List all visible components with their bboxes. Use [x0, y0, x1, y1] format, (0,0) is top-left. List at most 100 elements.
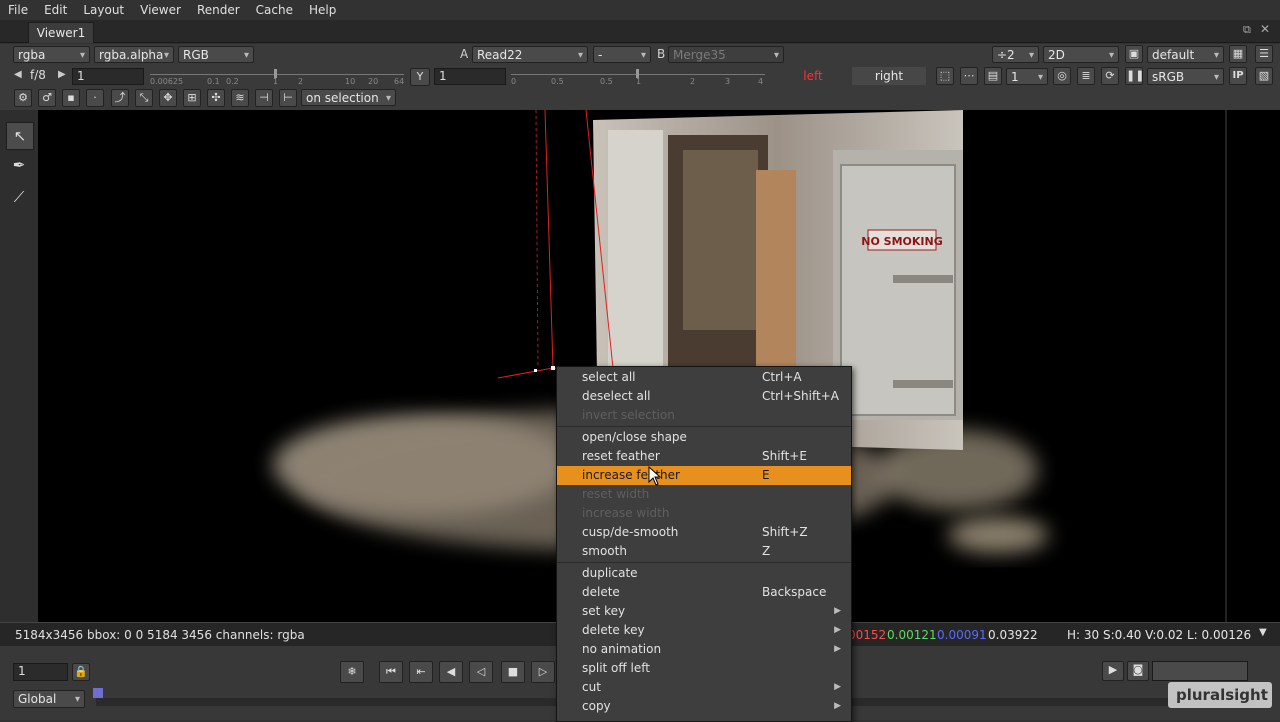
capture-icon[interactable]: ◙	[1127, 661, 1149, 681]
pluralsight-watermark: pluralsight	[1168, 682, 1272, 708]
input-process-toggle[interactable]: IP	[1229, 67, 1247, 85]
settings-list-icon[interactable]: ☰	[1255, 45, 1273, 63]
frame-field[interactable]: 1	[13, 663, 68, 681]
menu-item-deselect-all[interactable]: deselect all Ctrl+Shift+A	[557, 387, 851, 406]
menu-item-label: split off left	[582, 661, 650, 675]
points-lock-icon[interactable]: ▪	[62, 89, 80, 107]
mouse-cursor-icon	[648, 466, 662, 486]
overlay-icon[interactable]: ≣	[1077, 67, 1095, 85]
tab-viewer1[interactable]: Viewer1	[28, 22, 94, 43]
gamma-y-toggle[interactable]: Y	[410, 68, 430, 86]
select-tool-icon[interactable]: ↖	[6, 122, 34, 150]
submenu-arrow-icon: ▶	[834, 682, 841, 692]
fstop-increase-icon[interactable]: ▶	[58, 69, 66, 80]
submenu-arrow-icon: ▶	[834, 701, 841, 711]
gear-icon[interactable]: ⚙	[14, 89, 32, 107]
menu-help[interactable]: Help	[301, 0, 344, 17]
camera-icon[interactable]: ▣	[1125, 45, 1143, 63]
guides-icon[interactable]: ⋯	[960, 67, 978, 85]
transform-icon[interactable]: ✥	[159, 89, 177, 107]
channels-dropdown[interactable]: rgba	[13, 46, 90, 64]
play-backward-icon[interactable]: ◁	[469, 661, 493, 683]
timeline-scope-dropdown[interactable]: Global	[13, 690, 85, 708]
pause-icon[interactable]: ❚❚	[1125, 67, 1144, 85]
add-point-icon[interactable]: ⊣	[255, 89, 273, 107]
menu-item-label: increase feather	[582, 468, 680, 482]
point-icon[interactable]: ·	[86, 89, 104, 107]
gain-field[interactable]: 1	[72, 68, 144, 85]
wipe-hatch-icon[interactable]: ▧	[1255, 67, 1273, 85]
refresh-icon[interactable]: ⟳	[1101, 67, 1119, 85]
curve-icon[interactable]: ⤴	[111, 89, 129, 107]
menu-item-delete-key[interactable]: delete key ▶	[557, 621, 851, 640]
menu-edit[interactable]: Edit	[36, 0, 75, 17]
play-forward-icon[interactable]: ▷	[531, 661, 555, 683]
fstop-value[interactable]: f/8	[26, 68, 56, 85]
menu-item-select-all[interactable]: select all Ctrl+A	[557, 368, 851, 387]
add-point-tool-icon[interactable]: ⟋	[6, 184, 32, 210]
gain-tick: 1	[273, 77, 279, 86]
menu-item-delete[interactable]: delete Backspace	[557, 583, 851, 602]
fps-field[interactable]	[1152, 661, 1248, 681]
selection-mode-dropdown[interactable]: on selection	[301, 89, 396, 107]
menu-item-smooth[interactable]: smooth Z	[557, 542, 851, 561]
stereo-right-button[interactable]: right	[852, 67, 926, 85]
gamma-tick: 0.5	[600, 77, 613, 86]
stop-icon[interactable]: ■	[501, 661, 525, 683]
playhead-marker[interactable]	[93, 688, 103, 698]
menu-item-copy[interactable]: copy ▶	[557, 697, 851, 716]
lut-dropdown[interactable]: default	[1147, 46, 1224, 64]
status-menu-icon[interactable]: ▼	[1259, 627, 1267, 638]
menu-item-open-close-shape[interactable]: open/close shape	[557, 428, 851, 447]
transform-box-icon[interactable]: ⊞	[183, 89, 201, 107]
b-input-dropdown[interactable]: Merge35	[668, 46, 784, 64]
gamma-tick: 1	[636, 77, 642, 86]
colorspace-dropdown[interactable]: RGB	[178, 46, 254, 64]
menu-item-cusp-de-smooth[interactable]: cusp/de-smooth Shift+Z	[557, 523, 851, 542]
menu-item-duplicate[interactable]: duplicate	[557, 564, 851, 583]
lock-icon[interactable]: 🔒	[72, 663, 90, 681]
menu-item-set-key[interactable]: set key ▶	[557, 602, 851, 621]
menu-item-reset-feather[interactable]: reset feather Shift+E	[557, 447, 851, 466]
menu-render[interactable]: Render	[189, 0, 248, 17]
menu-cache[interactable]: Cache	[248, 0, 301, 17]
wipe-operation-dropdown[interactable]: -	[593, 46, 651, 64]
playback-mode-icon[interactable]: ▶	[1102, 661, 1124, 681]
close-panel-icon[interactable]: ✕	[1260, 22, 1270, 36]
motion-blur-icon[interactable]: ≋	[231, 89, 249, 107]
gamma-field[interactable]: 1	[434, 68, 506, 85]
menu-item-no-animation[interactable]: no animation ▶	[557, 640, 851, 659]
ripple-icon[interactable]: ⊢	[279, 89, 297, 107]
grid-icon[interactable]: ▦	[1229, 45, 1247, 63]
snowflake-icon[interactable]: ❄	[340, 661, 364, 683]
proxy-icon[interactable]: ▤	[984, 67, 1002, 85]
render-region-icon[interactable]: ◎	[1053, 67, 1071, 85]
previous-frame-icon[interactable]: ◀	[439, 661, 463, 683]
float-window-icon[interactable]: ⧉	[1243, 23, 1251, 37]
region-of-interest-icon[interactable]: ⬚	[936, 67, 954, 85]
proxy-scale-dropdown[interactable]: 1	[1006, 68, 1048, 86]
menu-viewer[interactable]: Viewer	[132, 0, 189, 17]
menu-item-cut[interactable]: cut ▶	[557, 678, 851, 697]
display-lut-dropdown[interactable]: sRGB	[1147, 68, 1224, 86]
first-frame-icon[interactable]: ⏮	[379, 661, 403, 683]
alpha-channel-dropdown[interactable]: rgba.alpha	[94, 46, 174, 64]
downrez-dropdown[interactable]: ÷2	[992, 46, 1039, 64]
view-mode-dropdown[interactable]: 2D	[1043, 46, 1119, 64]
feather-link-icon[interactable]: ♂	[38, 89, 56, 107]
fstop-decrease-icon[interactable]: ◀	[14, 69, 22, 80]
menu-item-increase-feather[interactable]: increase feather E	[557, 466, 851, 485]
a-input-dropdown[interactable]: Read22	[472, 46, 588, 64]
previous-keyframe-icon[interactable]: ⇤	[409, 661, 433, 683]
menu-layout[interactable]: Layout	[75, 0, 132, 17]
gain-slider[interactable]	[150, 74, 404, 75]
menu-file[interactable]: File	[0, 0, 36, 17]
jack-icon[interactable]: ✣	[207, 89, 225, 107]
menu-item-split-off-left[interactable]: split off left	[557, 659, 851, 678]
pixel-alpha-value: 0.03922	[988, 628, 1038, 642]
menu-separator	[557, 562, 851, 563]
gamma-tick: 2	[690, 77, 696, 86]
pen-tool-icon[interactable]: ✒	[6, 152, 32, 178]
tangent-icon[interactable]: ⤡	[135, 89, 153, 107]
stereo-left-button[interactable]: left	[776, 67, 850, 85]
